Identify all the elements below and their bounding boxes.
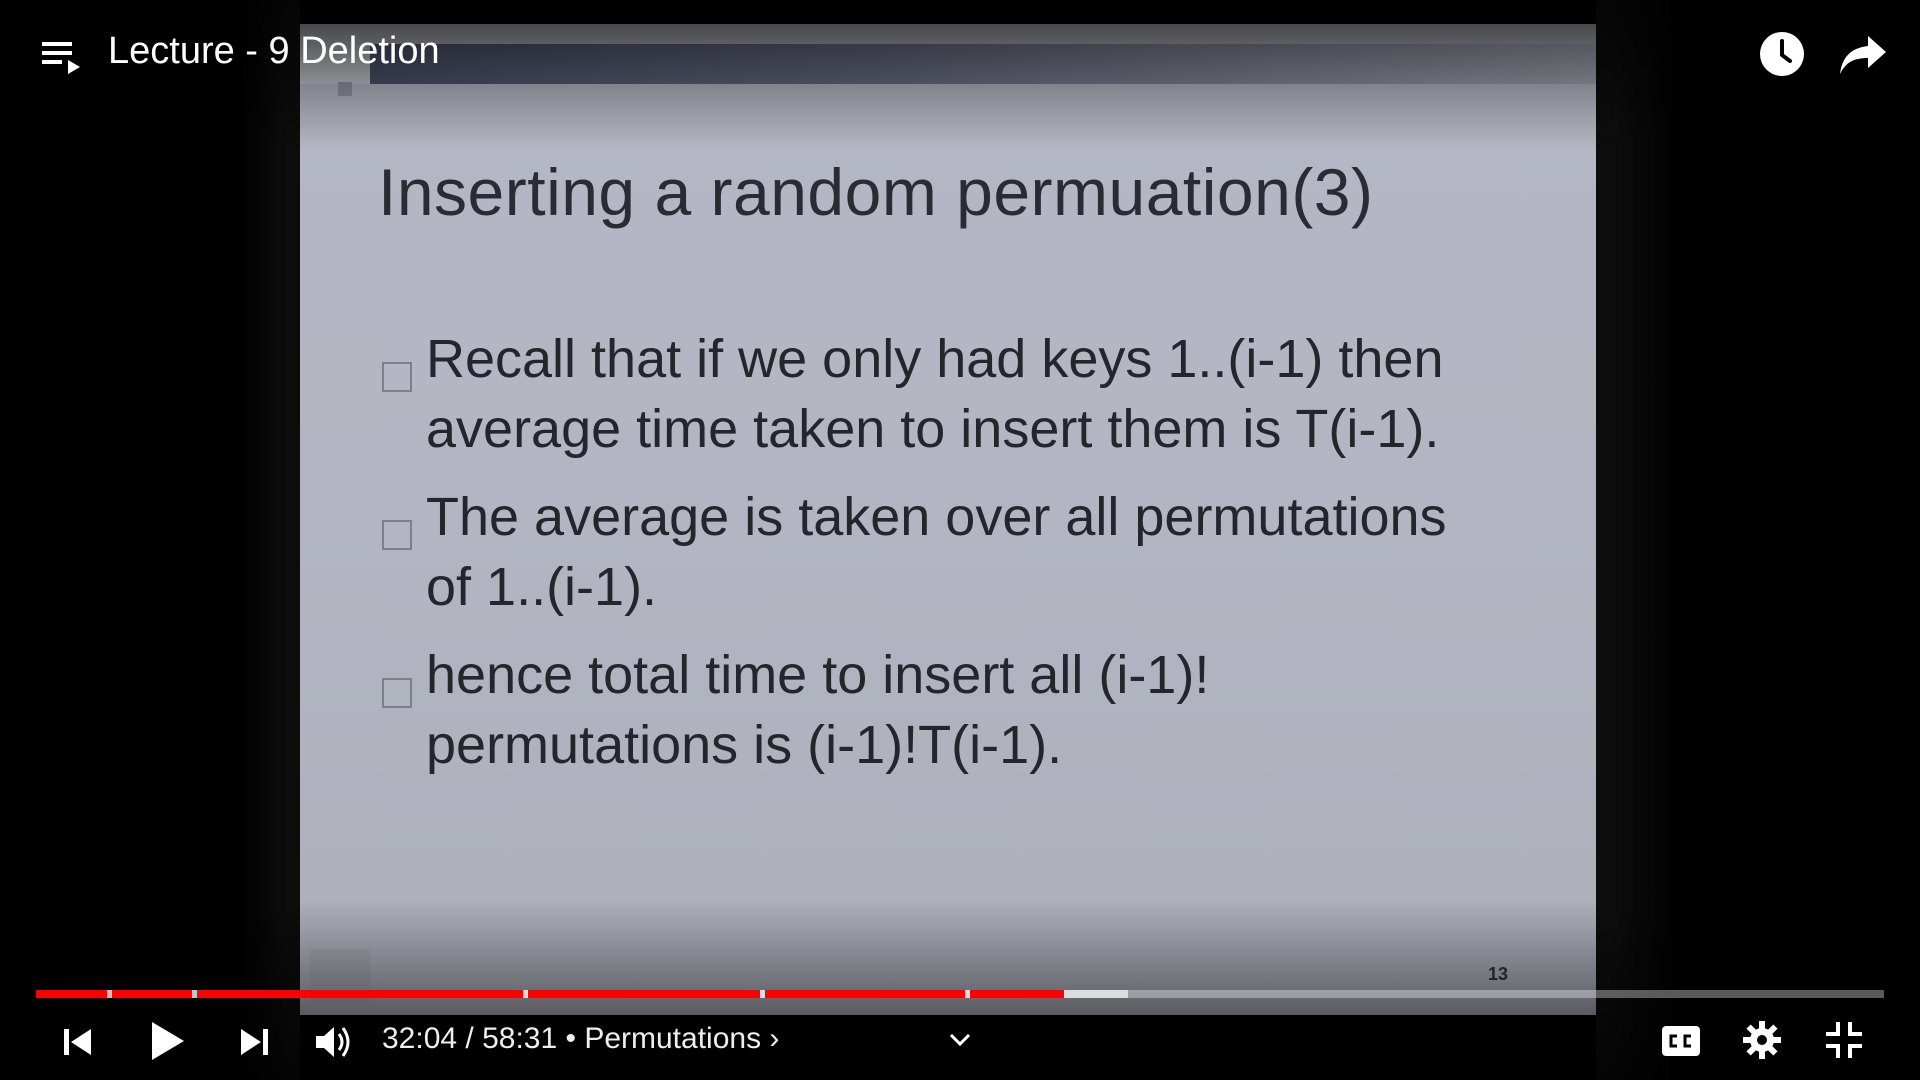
progress-bar[interactable] [36,990,1884,998]
chapter-segment [36,990,107,998]
volume-button[interactable] [312,1022,354,1062]
share-icon [1840,36,1886,74]
settings-button[interactable] [1742,1020,1782,1060]
bullet-square-icon [382,362,412,392]
previous-icon [64,1029,91,1055]
previous-button[interactable] [60,1024,96,1060]
cc-icon [1662,1026,1700,1056]
next-icon [241,1029,268,1055]
volume-icon [316,1027,350,1057]
clock-icon [1760,32,1804,76]
playlist-icon [42,42,80,74]
video-title[interactable]: Lecture - 9 Deletion [108,30,440,73]
time-and-chapter[interactable]: 32:04 / 58:31 • Permutations › [382,1022,779,1056]
slide-title: Inserting a random permuation(3) [378,155,1374,229]
lecture-slide: Inserting a random permuation(3) Recall … [300,24,1596,1015]
chevron-down-icon [949,1033,971,1047]
gear-icon [1743,1021,1781,1059]
slide-bullet: hence total time to insert all (i-1)! pe… [378,640,1578,780]
play-button[interactable] [146,1018,188,1064]
chapter-segment [112,990,192,998]
exit-fullscreen-icon [1826,1022,1862,1058]
chapter-segment [970,990,1064,998]
bullet-square-icon [382,678,412,708]
slide-bullet: Recall that if we only had keys 1..(i-1)… [378,324,1578,464]
chapter-segment [765,990,965,998]
playlist-button[interactable] [38,36,84,78]
share-button[interactable] [1838,32,1888,78]
next-button[interactable] [236,1024,272,1060]
slide-bullet: The average is taken over all permutatio… [378,482,1578,622]
player-controls: 32:04 / 58:31 • Permutations › [0,1010,1920,1080]
play-icon [152,1022,184,1060]
chapter-segment [528,990,760,998]
exit-fullscreen-button[interactable] [1824,1020,1864,1060]
slide-bullet-list: Recall that if we only had keys 1..(i-1)… [378,324,1578,798]
captions-button[interactable] [1660,1022,1702,1060]
player-title-bar: Lecture - 9 Deletion [0,0,1920,110]
watch-later-button[interactable] [1758,30,1806,78]
bullet-square-icon [382,520,412,550]
chapter-segment [197,990,523,998]
chapter-expand-button[interactable] [948,1024,972,1055]
